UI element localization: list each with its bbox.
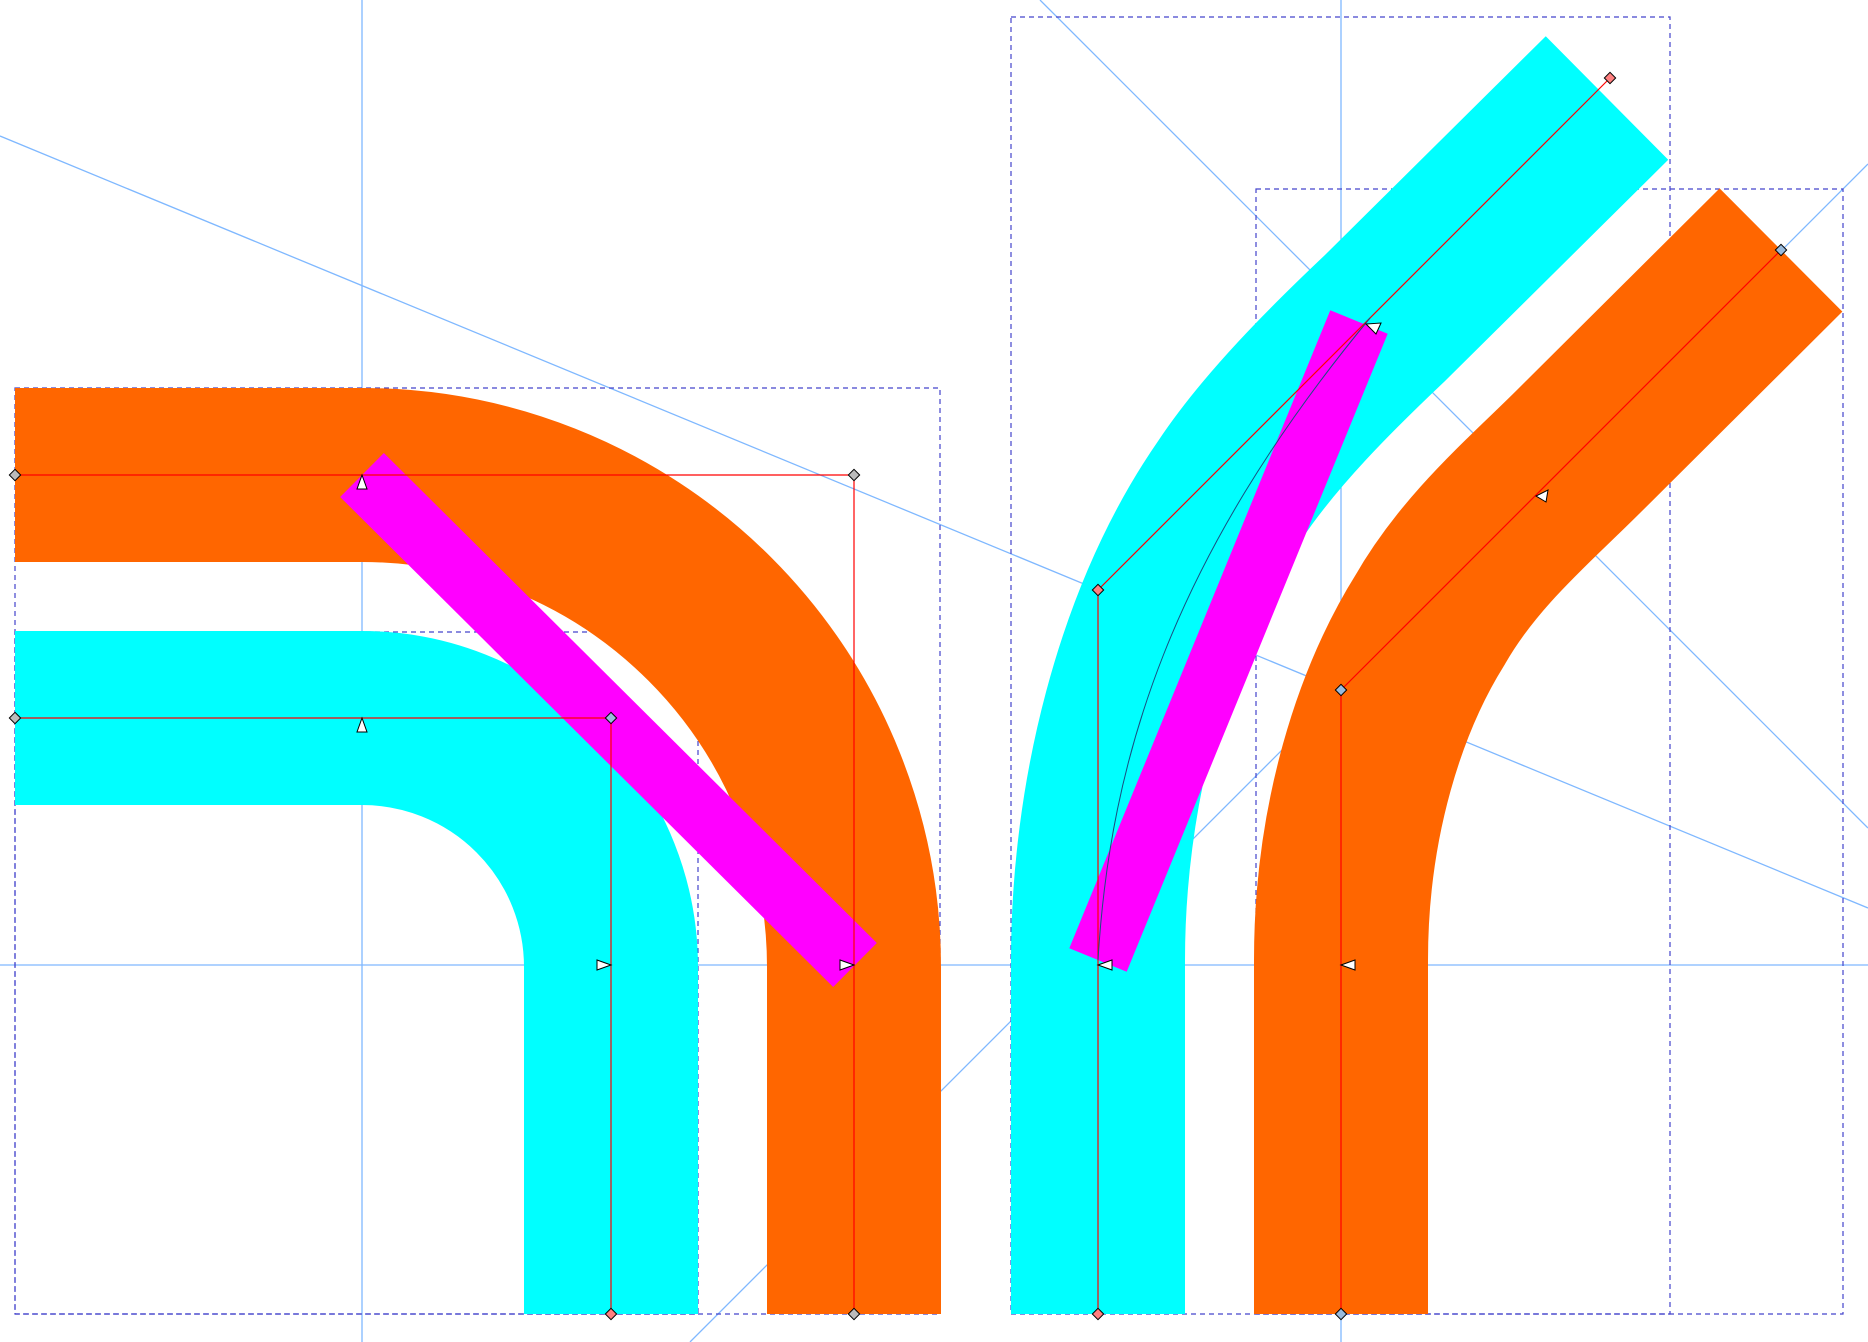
editor-canvas[interactable] (0, 0, 1868, 1342)
cyan-track-left[interactable] (15, 631, 698, 1314)
node-orange-left-corner[interactable] (847, 468, 861, 482)
orange-track-left[interactable] (15, 388, 941, 1314)
drawing-svg[interactable] (0, 0, 1868, 1342)
